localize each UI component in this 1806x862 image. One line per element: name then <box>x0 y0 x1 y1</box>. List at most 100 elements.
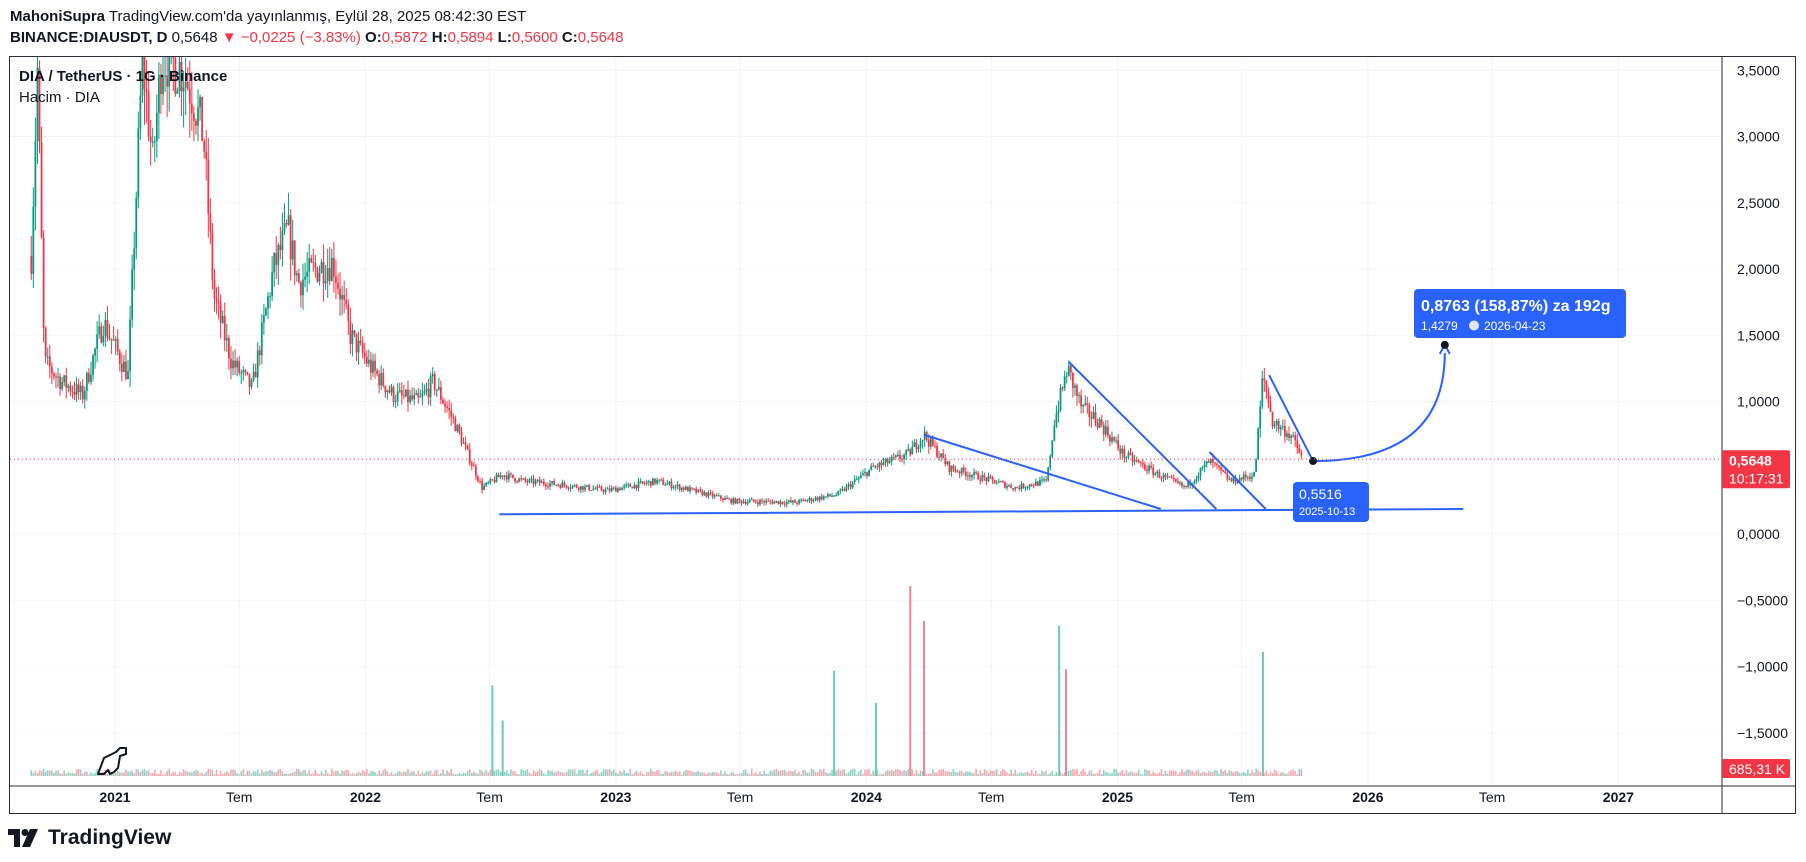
volume-bar <box>674 770 677 776</box>
volume-bar <box>1271 773 1274 776</box>
volume-bar <box>396 771 399 776</box>
candle-body <box>1078 395 1080 397</box>
candle-body <box>582 486 584 490</box>
volume-bar <box>320 771 323 776</box>
volume-bar <box>701 772 704 776</box>
candle-body <box>273 253 276 273</box>
volume-bar <box>186 771 189 776</box>
candle-body <box>606 488 609 490</box>
tradingview-brand[interactable]: TradingView <box>8 826 171 850</box>
volume-legend[interactable]: Hacim · DIA <box>19 89 100 106</box>
candle-body <box>481 481 483 490</box>
candle-body <box>1020 483 1023 490</box>
volume-bar <box>656 769 658 776</box>
candle-body <box>491 479 494 481</box>
candle-body <box>413 394 416 400</box>
volume-bar <box>633 772 636 776</box>
candle-body <box>730 498 733 504</box>
candle-body <box>437 387 440 390</box>
volume-spike <box>1261 651 1264 776</box>
candle-body <box>131 269 134 320</box>
candle-body <box>1255 459 1257 472</box>
volume-bar <box>621 772 623 776</box>
candle-body <box>127 371 129 379</box>
volume-bar <box>497 769 500 776</box>
volume-bar <box>806 772 809 776</box>
candle-body <box>1139 461 1142 464</box>
volume-bar <box>528 772 531 776</box>
volume-bar <box>386 771 389 776</box>
candle-body <box>1286 433 1288 437</box>
volume-bar <box>802 769 805 776</box>
volume-bar <box>176 774 179 776</box>
candle-body <box>1065 376 1068 378</box>
chart-legend-title[interactable]: DIA / TetherUS · 1G · Binance <box>19 68 227 85</box>
candle-body <box>538 479 541 484</box>
volume-bar <box>777 770 780 776</box>
volume-bar <box>958 770 961 776</box>
volume-bar <box>804 770 807 776</box>
volume-bar <box>390 772 393 776</box>
candle-body <box>820 496 823 500</box>
candle-body <box>750 499 753 501</box>
volume-bar <box>619 770 621 776</box>
candle-body <box>623 485 626 488</box>
candle-body <box>1059 387 1062 411</box>
volume-bar <box>895 769 897 776</box>
candle-body <box>295 273 298 276</box>
candle-body <box>888 461 891 464</box>
volume-bar <box>635 770 638 776</box>
volume-bar <box>1172 770 1175 776</box>
volume-bar <box>285 773 288 776</box>
volume-bar <box>1265 770 1268 776</box>
volume-bar <box>810 769 813 776</box>
volume-bar <box>405 771 407 776</box>
candle-body <box>1127 452 1130 458</box>
candle-body <box>973 471 975 476</box>
measure-label: 0,8763 (158,87%) za 192g 1,4279 2026-04-23 <box>1414 289 1626 338</box>
candle-body <box>907 449 910 451</box>
candle-body <box>1263 378 1266 381</box>
candle-body <box>1001 481 1004 483</box>
candle-body <box>649 481 652 486</box>
candle-body <box>1281 426 1284 428</box>
volume-bar <box>1078 774 1080 776</box>
volume-bar <box>695 771 697 776</box>
volume-bar <box>380 773 383 776</box>
y-tick-label: 3,5000 <box>1737 62 1780 78</box>
candle-body <box>670 481 673 489</box>
candle-body <box>355 333 358 353</box>
volume-bar <box>1187 769 1189 776</box>
candle-body <box>104 319 107 336</box>
volume-bar <box>454 774 457 776</box>
volume-bar <box>1117 772 1119 776</box>
candle-body <box>65 375 68 388</box>
volume-bar <box>950 772 953 776</box>
candle-body <box>367 359 370 364</box>
volume-bar <box>1218 773 1220 776</box>
volume-bar <box>623 770 625 776</box>
volume-bar <box>578 770 580 776</box>
candle-body <box>507 473 510 480</box>
candle-body <box>1074 385 1076 388</box>
volume-bar <box>1072 768 1074 776</box>
price-chart[interactable]: 3,5000 3,0000 2,5000 2,0000 1,5000 1,0000 0,00… <box>0 0 1806 862</box>
candle-body <box>1246 477 1249 479</box>
volume-bar <box>882 774 885 776</box>
volume-bar <box>466 770 469 776</box>
volume-bar <box>1076 768 1078 776</box>
candle-body <box>524 478 527 481</box>
candle-body <box>69 385 72 392</box>
volume-bar <box>1000 770 1002 776</box>
candle-body <box>468 449 471 464</box>
candle-body <box>516 481 518 483</box>
volume-bar <box>1129 771 1132 776</box>
candle-body <box>1049 456 1052 468</box>
candle-body <box>1022 483 1025 489</box>
volume-bar <box>73 773 76 776</box>
volume-bar <box>510 769 512 776</box>
candle-body <box>1273 424 1276 427</box>
candle-body <box>767 500 770 502</box>
candle-body <box>553 481 556 485</box>
volume-bar <box>485 769 488 776</box>
